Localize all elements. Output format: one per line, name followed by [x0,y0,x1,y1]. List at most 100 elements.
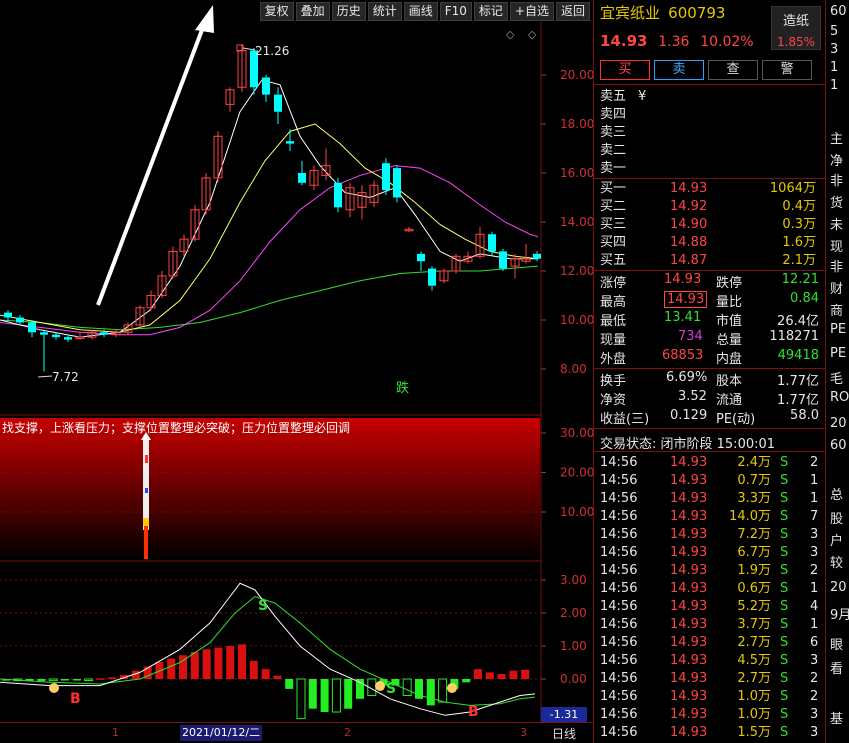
outer-volume-value: 68853 [662,348,704,363]
macd-bar [438,678,448,703]
overlay-button[interactable]: 叠加 [295,2,330,21]
separator [594,84,826,85]
y-tick-label: 8.00 [560,362,587,376]
query-button[interactable]: 查 [708,60,758,80]
tape-count: 7 [810,509,819,524]
sliver-text: 看 [830,662,844,677]
sliver-text: 眼 [830,638,844,653]
statistics-button[interactable]: 统计 [367,2,402,21]
main-y-axis: 20.00 18.00 16.00 14.00 12.00 10.00 8.00 [541,68,593,376]
moving-average-lines [0,79,539,338]
alert-button[interactable]: 警 [762,60,812,80]
ask-level-label: 卖四 [600,107,627,122]
tape-volume: 7.2万 [737,527,771,542]
trade-buttons: 买 卖 查 警 [600,60,816,80]
bid-row[interactable]: 买二 14.92 0.4万 [600,198,820,216]
period-tab[interactable]: 日线 [552,725,576,742]
indicator-title: 找支撑，上涨看压力；支撑位置整理必突破；压力位置整理必回调 [2,421,351,435]
bid-row[interactable]: 买五 14.87 2.1万 [600,252,820,270]
diamond-icon[interactable]: ◇ [506,28,514,41]
mark-button[interactable]: 标记 [473,2,508,21]
candle-body [298,173,306,183]
y-tick-label: 0.00 [560,672,587,686]
ask-level-label: 卖二 [600,143,627,158]
sliver-text: 20 [830,416,847,431]
high-price-label: 21.26 [255,44,289,58]
tape-price: 14.93 [670,581,708,596]
macd-bar [202,649,211,679]
draw-line-button[interactable]: 画线 [403,2,438,21]
low-value: 13.41 [664,310,702,325]
chart-area[interactable]: 20.00 18.00 16.00 14.00 12.00 10.00 8.00 21.26… [0,0,593,743]
diamond-icon[interactable]: ◇ [528,28,536,41]
f10-button[interactable]: F10 [439,2,472,21]
tape-price: 14.93 [670,653,708,668]
ask-row[interactable]: 卖五 ¥ [600,88,820,106]
sector-badge[interactable]: 造纸 1.85% [771,6,821,50]
tape-volume: 0.6万 [737,581,771,596]
tape-price: 14.93 [670,689,708,704]
sliver-text: 5 [830,24,839,39]
tape-row: 14:56 14.93 2.7万 S 6 [600,634,822,652]
sliver-text: RO [830,390,849,405]
candle-body [52,334,60,338]
tape-price: 14.93 [670,563,708,578]
buy-button[interactable]: 买 [600,60,650,80]
macd-bar [521,669,530,679]
macd-bar [261,669,270,679]
low-label: 最低 [600,314,627,329]
stock-name[interactable]: 宜宾纸业 [600,4,660,22]
ask-row[interactable]: 卖二 [600,142,820,160]
stock-code: 600793 [668,4,726,22]
macd-bar [249,660,258,679]
tape-row: 14:56 14.93 0.6万 S 1 [600,580,822,598]
macd-bar [84,678,94,681]
bid-level-label: 买三 [600,217,627,232]
outer-volume-label: 外盘 [600,352,627,367]
restore-rights-button[interactable]: 复权 [259,2,294,21]
total-volume-value: 118271 [769,329,819,344]
bid-row[interactable]: 买一 14.93 1064万 [600,180,820,198]
ask-row[interactable]: 卖三 [600,124,820,142]
tape-row: 14:56 14.93 7.2万 S 3 [600,526,822,544]
ask-row[interactable]: 卖一 [600,160,820,178]
history-button[interactable]: 历史 [331,2,366,21]
bid-row[interactable]: 买四 14.88 1.6万 [600,234,820,252]
date-mark: 1 [112,726,119,739]
tape-side: S [780,473,789,488]
separator [594,451,826,452]
macd-sell-signal: S [258,598,268,614]
indicator-y-axis: 30.00 20.00 10.00 [541,426,593,519]
ask-price: ¥ [638,89,647,104]
tape-volume: 1.9万 [737,563,771,578]
back-button[interactable]: 返回 [555,2,590,21]
add-watchlist-button[interactable]: +自选 [509,2,554,21]
date-bar: 1 2021/01/12/二 2 3 日线 [0,722,593,743]
tape-count: 6 [810,635,819,650]
tape-row: 14:56 14.93 3.3万 S 1 [600,490,822,508]
chart-canvas[interactable]: 20.0018.0016.0014.0012.0010.008.00 21.26… [0,0,593,743]
tape-side: S [780,689,789,704]
tape-count: 2 [810,563,819,578]
candle-body [393,168,401,198]
tape-count: 2 [810,671,819,686]
tape-volume: 1.0万 [737,689,771,704]
y-tick-label: 20.00 [560,68,593,82]
ask-row[interactable]: 卖四 [600,106,820,124]
macd-bar [462,679,471,683]
bid-level-label: 买四 [600,235,627,250]
bid-row[interactable]: 买三 14.90 0.3万 [600,216,820,234]
side-panel-edge: 605311主净非货未现非财商PEPE毛RO2060总股户较209月眼看基 [825,0,849,743]
tape-volume: 1.5万 [737,725,771,740]
tape-count: 3 [810,725,819,740]
tape-price: 14.93 [670,725,708,740]
macd-bar [344,679,353,709]
sliver-text: 较 [830,556,844,571]
tape-price: 14.93 [670,473,708,488]
macd-bar [61,679,69,681]
macd-bar [285,679,294,689]
sell-button[interactable]: 卖 [654,60,704,80]
shares-value: 1.77亿 [777,374,819,389]
tape-row: 14:56 14.93 3.7万 S 1 [600,616,822,634]
tape-price: 14.93 [670,545,708,560]
